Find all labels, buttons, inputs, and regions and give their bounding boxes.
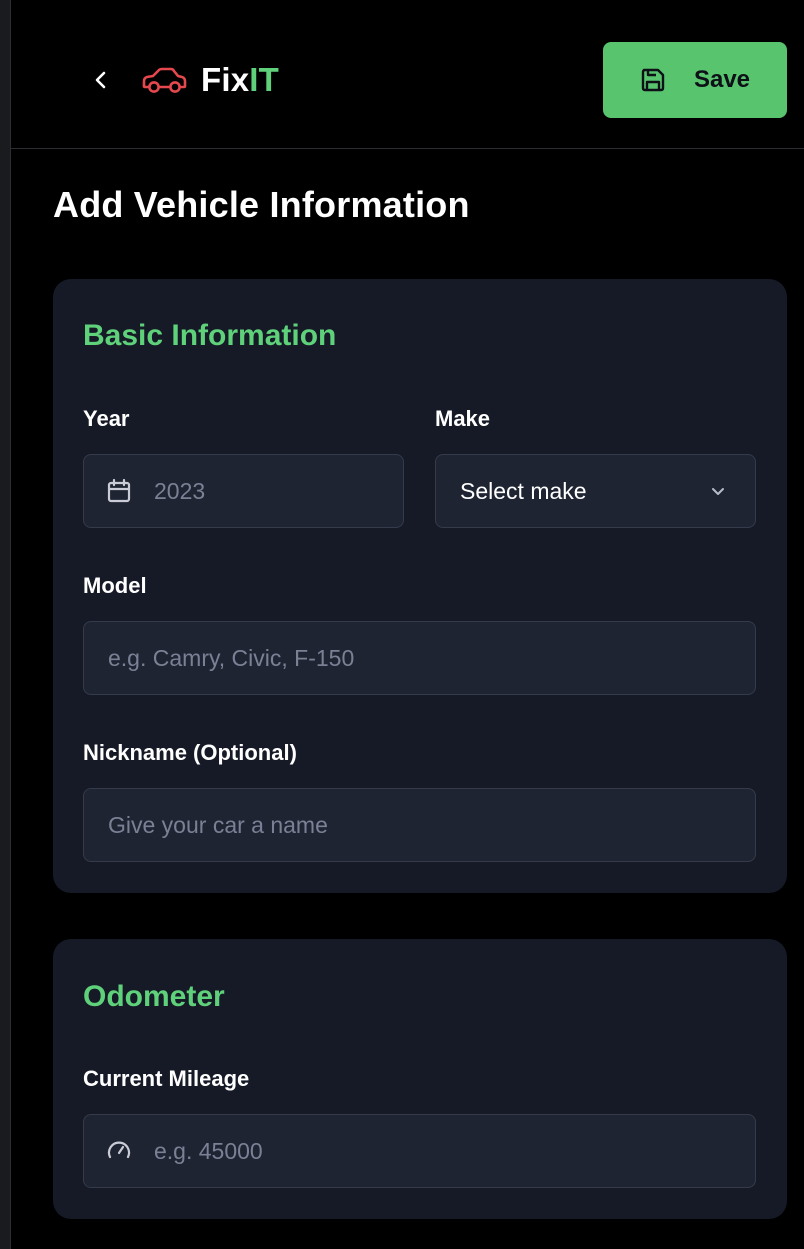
make-select-value: Select make bbox=[460, 477, 587, 504]
calendar-icon bbox=[106, 478, 132, 504]
chevron-left-icon bbox=[95, 71, 106, 89]
year-label: Year bbox=[83, 406, 130, 431]
model-label: Model bbox=[83, 573, 147, 598]
back-button[interactable] bbox=[83, 62, 119, 98]
brand-logo: FixIT bbox=[141, 58, 279, 102]
basic-information-heading: Basic Information bbox=[83, 319, 337, 352]
year-placeholder: 2023 bbox=[154, 477, 206, 504]
brand-name-it: IT bbox=[249, 61, 280, 98]
odometer-card: Odometer Current Mileage e.g. 45000 bbox=[53, 939, 787, 1219]
brand-name-fix: Fix bbox=[201, 61, 250, 98]
model-input[interactable]: e.g. Camry, Civic, F-150 bbox=[83, 621, 756, 695]
nickname-input[interactable]: Give your car a name bbox=[83, 788, 756, 862]
current-mileage-placeholder: e.g. 45000 bbox=[154, 1137, 263, 1164]
nickname-placeholder: Give your car a name bbox=[108, 811, 328, 838]
app-header: FixIT Save bbox=[11, 0, 804, 149]
save-button[interactable]: Save bbox=[603, 42, 787, 118]
current-mileage-label: Current Mileage bbox=[83, 1066, 250, 1091]
odometer-heading: Odometer bbox=[83, 980, 225, 1013]
model-placeholder: e.g. Camry, Civic, F-150 bbox=[108, 644, 355, 671]
year-input[interactable]: 2023 bbox=[83, 454, 404, 528]
save-icon bbox=[640, 67, 666, 93]
brand-name: FixIT bbox=[201, 61, 279, 99]
make-label: Make bbox=[435, 406, 491, 431]
car-icon bbox=[141, 65, 187, 95]
save-button-label: Save bbox=[693, 66, 751, 93]
left-panel-edge bbox=[0, 0, 11, 1249]
basic-information-card: Basic Information Year 2023 Make Select … bbox=[53, 279, 787, 893]
nickname-label: Nickname (Optional) bbox=[83, 740, 297, 765]
page-title: Add Vehicle Information bbox=[53, 184, 470, 225]
make-select[interactable]: Select make bbox=[435, 454, 756, 528]
gauge-icon bbox=[106, 1138, 132, 1164]
chevron-down-icon bbox=[709, 482, 727, 500]
current-mileage-input[interactable]: e.g. 45000 bbox=[83, 1114, 756, 1188]
